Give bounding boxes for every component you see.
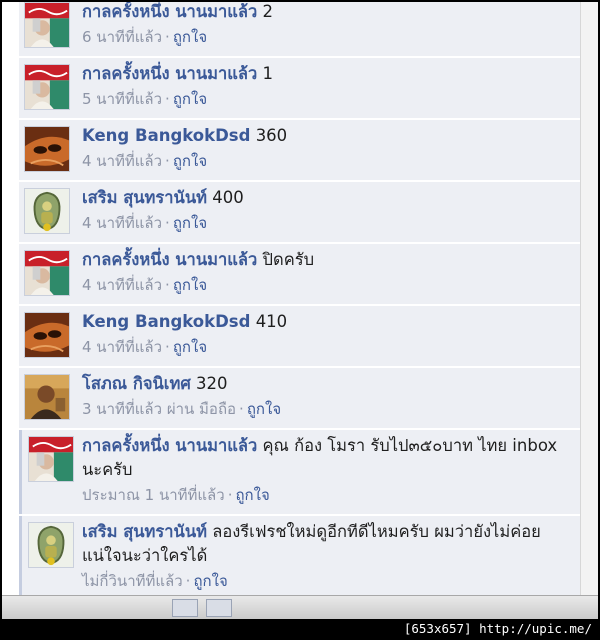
comment-meta: 5 นาทีที่แล้ว · ถูกใจ bbox=[82, 87, 566, 111]
comment-list: กาลครั้งหนึ่ง นานมาแล้ว 2 6 นาทีที่แล้ว ·… bbox=[19, 2, 580, 595]
comment-item: กาลครั้งหนึ่ง นานมาแล้ว 2 6 นาทีที่แล้ว ·… bbox=[19, 2, 580, 56]
mask-avatar[interactable] bbox=[24, 312, 70, 358]
comment-text: 2 bbox=[262, 2, 274, 21]
comment-text: ปิดครับ bbox=[262, 250, 315, 269]
coca-cola-avatar[interactable] bbox=[24, 2, 70, 48]
separator-dot: · bbox=[227, 486, 233, 504]
comment-item: กาลครั้งหนึ่ง นานมาแล้ว 1 5 นาทีที่แล้ว ·… bbox=[19, 58, 580, 118]
comment-author-link[interactable]: เสริม สุนทรานันท์ bbox=[82, 522, 207, 541]
separator-dot: · bbox=[165, 28, 170, 46]
comment-time[interactable]: 4 นาทีที่แล้ว bbox=[82, 338, 162, 356]
comment-line: กาลครั้งหนึ่ง นานมาแล้ว คุณ ก้อง โมรา รั… bbox=[82, 434, 566, 482]
comment-author-link[interactable]: Keng BangkokDsd bbox=[82, 126, 250, 145]
comment-text: 410 bbox=[255, 312, 288, 331]
comment-body: Keng BangkokDsd 410 4 นาทีที่แล้ว · ถูกใจ bbox=[82, 310, 566, 359]
comment-line: เสริม สุนทรานันท์ 400 bbox=[82, 186, 566, 210]
like-link[interactable]: ถูกใจ bbox=[173, 338, 207, 356]
comment-author-link[interactable]: โสภณ กิจนิเทศ bbox=[82, 374, 191, 393]
comment-time[interactable]: 3 นาทีที่แล้ว ผ่าน มือถือ bbox=[82, 400, 236, 418]
comment-item: เสริม สุนทรานันท์ 400 4 นาทีที่แล้ว · ถูกใ… bbox=[19, 182, 580, 242]
comment-line: Keng BangkokDsd 410 bbox=[82, 310, 566, 334]
comment-meta: ประมาณ 1 นาทีที่แล้ว · ถูกใจ bbox=[82, 483, 566, 507]
comment-body: เสริม สุนทรานันท์ 400 4 นาทีที่แล้ว · ถูกใ… bbox=[82, 186, 566, 235]
comment-author-link[interactable]: กาลครั้งหนึ่ง นานมาแล้ว bbox=[82, 436, 257, 455]
like-link[interactable]: ถูกใจ bbox=[173, 214, 207, 232]
comment-author-link[interactable]: เสริม สุนทรานันท์ bbox=[82, 188, 207, 207]
comment-body: กาลครั้งหนึ่ง นานมาแล้ว คุณ ก้อง โมรา รั… bbox=[82, 434, 566, 507]
like-link[interactable]: ถูกใจ bbox=[235, 486, 269, 504]
like-link[interactable]: ถูกใจ bbox=[173, 276, 207, 294]
comment-item: โสภณ กิจนิเทศ 320 3 นาทีที่แล้ว ผ่าน มือ… bbox=[19, 368, 580, 428]
comment-meta: 6 นาทีที่แล้ว · ถูกใจ bbox=[82, 25, 566, 49]
comment-body: เสริม สุนทรานันท์ ลองรีเฟรชใหม่ดูอีกทีดี… bbox=[82, 520, 566, 593]
separator-dot: · bbox=[165, 90, 170, 108]
comment-item: กาลครั้งหนึ่ง นานมาแล้ว คุณ ก้อง โมรา รั… bbox=[19, 430, 580, 514]
comment-item: Keng BangkokDsd 360 4 นาทีที่แล้ว · ถูกใจ bbox=[19, 120, 580, 180]
comment-meta: ไม่กี่วินาทีที่แล้ว · ถูกใจ bbox=[82, 569, 566, 593]
person-avatar[interactable] bbox=[24, 374, 70, 420]
comment-body: กาลครั้งหนึ่ง นานมาแล้ว 2 6 นาทีที่แล้ว ·… bbox=[82, 2, 566, 49]
comment-time[interactable]: ประมาณ 1 นาทีที่แล้ว bbox=[82, 486, 225, 504]
comment-body: กาลครั้งหนึ่ง นานมาแล้ว ปิดครับ 4 นาทีที… bbox=[82, 248, 566, 297]
separator-dot: · bbox=[165, 214, 170, 232]
separator-dot: · bbox=[165, 152, 170, 170]
comment-line: กาลครั้งหนึ่ง นานมาแล้ว 1 bbox=[82, 62, 566, 86]
comment-author-link[interactable]: กาลครั้งหนึ่ง นานมาแล้ว bbox=[82, 250, 257, 269]
comment-line: Keng BangkokDsd 360 bbox=[82, 124, 566, 148]
comment-text: 320 bbox=[196, 374, 228, 393]
comment-author-link[interactable]: กาลครั้งหนึ่ง นานมาแล้ว bbox=[82, 64, 257, 83]
comment-item: Keng BangkokDsd 410 4 นาทีที่แล้ว · ถูกใจ bbox=[19, 306, 580, 366]
comment-author-link[interactable]: กาลครั้งหนึ่ง นานมาแล้ว bbox=[82, 2, 257, 21]
comment-time[interactable]: 4 นาทีที่แล้ว bbox=[82, 152, 162, 170]
comment-text: 360 bbox=[255, 126, 288, 145]
amulet-avatar[interactable] bbox=[24, 188, 70, 234]
coca-cola-avatar[interactable] bbox=[24, 64, 70, 110]
like-link[interactable]: ถูกใจ bbox=[193, 572, 227, 590]
mask-avatar[interactable] bbox=[24, 126, 70, 172]
status-bar: [653x657] http://upic.me/ bbox=[2, 619, 598, 638]
amulet-avatar[interactable] bbox=[28, 522, 74, 568]
comment-time[interactable]: 4 นาทีที่แล้ว bbox=[82, 214, 162, 232]
comment-line: กาลครั้งหนึ่ง นานมาแล้ว 2 bbox=[82, 2, 566, 24]
like-link[interactable]: ถูกใจ bbox=[247, 400, 281, 418]
separator-dot: · bbox=[165, 276, 170, 294]
comment-line: โสภณ กิจนิเทศ 320 bbox=[82, 372, 566, 396]
comment-body: Keng BangkokDsd 360 4 นาทีที่แล้ว · ถูกใจ bbox=[82, 124, 566, 173]
comment-line: เสริม สุนทรานันท์ ลองรีเฟรชใหม่ดูอีกทีดี… bbox=[82, 520, 566, 568]
like-link[interactable]: ถูกใจ bbox=[173, 28, 207, 46]
comment-item: กาลครั้งหนึ่ง นานมาแล้ว ปิดครับ 4 นาทีที… bbox=[19, 244, 580, 304]
separator-dot: · bbox=[185, 572, 191, 590]
like-link[interactable]: ถูกใจ bbox=[173, 90, 207, 108]
screenshot-frame: กาลครั้งหนึ่ง นานมาแล้ว 2 6 นาทีที่แล้ว ·… bbox=[0, 0, 600, 640]
separator-dot: · bbox=[165, 338, 170, 356]
comment-meta: 3 นาทีที่แล้ว ผ่าน มือถือ · ถูกใจ bbox=[82, 397, 566, 421]
coca-cola-avatar[interactable] bbox=[24, 250, 70, 296]
coca-cola-avatar[interactable] bbox=[28, 436, 74, 482]
like-link[interactable]: ถูกใจ bbox=[173, 152, 207, 170]
comment-item: เสริม สุนทรานันท์ ลองรีเฟรชใหม่ดูอีกทีดี… bbox=[19, 516, 580, 595]
comment-author-link[interactable]: Keng BangkokDsd bbox=[82, 312, 250, 331]
comment-meta: 4 นาทีที่แล้ว · ถูกใจ bbox=[82, 335, 566, 359]
scrollbar-tab[interactable] bbox=[172, 599, 198, 617]
comment-feed: กาลครั้งหนึ่ง นานมาแล้ว 2 6 นาทีที่แล้ว ·… bbox=[19, 2, 580, 595]
separator-dot: · bbox=[239, 400, 244, 418]
vertical-scrollbar[interactable] bbox=[580, 2, 598, 595]
comment-body: กาลครั้งหนึ่ง นานมาแล้ว 1 5 นาทีที่แล้ว ·… bbox=[82, 62, 566, 111]
comment-time[interactable]: ไม่กี่วินาทีที่แล้ว bbox=[82, 572, 183, 590]
scrollbar-tab[interactable] bbox=[206, 599, 232, 617]
comment-text: 400 bbox=[212, 188, 244, 207]
comment-meta: 4 นาทีที่แล้ว · ถูกใจ bbox=[82, 211, 566, 235]
comment-meta: 4 นาทีที่แล้ว · ถูกใจ bbox=[82, 273, 566, 297]
status-text: [653x657] http://upic.me/ bbox=[403, 621, 592, 636]
comment-meta: 4 นาทีที่แล้ว · ถูกใจ bbox=[82, 149, 566, 173]
comment-time[interactable]: 6 นาทีที่แล้ว bbox=[82, 28, 162, 46]
comment-line: กาลครั้งหนึ่ง นานมาแล้ว ปิดครับ bbox=[82, 248, 566, 272]
comment-time[interactable]: 4 นาทีที่แล้ว bbox=[82, 276, 162, 294]
comment-time[interactable]: 5 นาทีที่แล้ว bbox=[82, 90, 162, 108]
comment-body: โสภณ กิจนิเทศ 320 3 นาทีที่แล้ว ผ่าน มือ… bbox=[82, 372, 566, 421]
horizontal-scrollbar[interactable] bbox=[2, 595, 598, 620]
comment-text: 1 bbox=[262, 64, 274, 83]
